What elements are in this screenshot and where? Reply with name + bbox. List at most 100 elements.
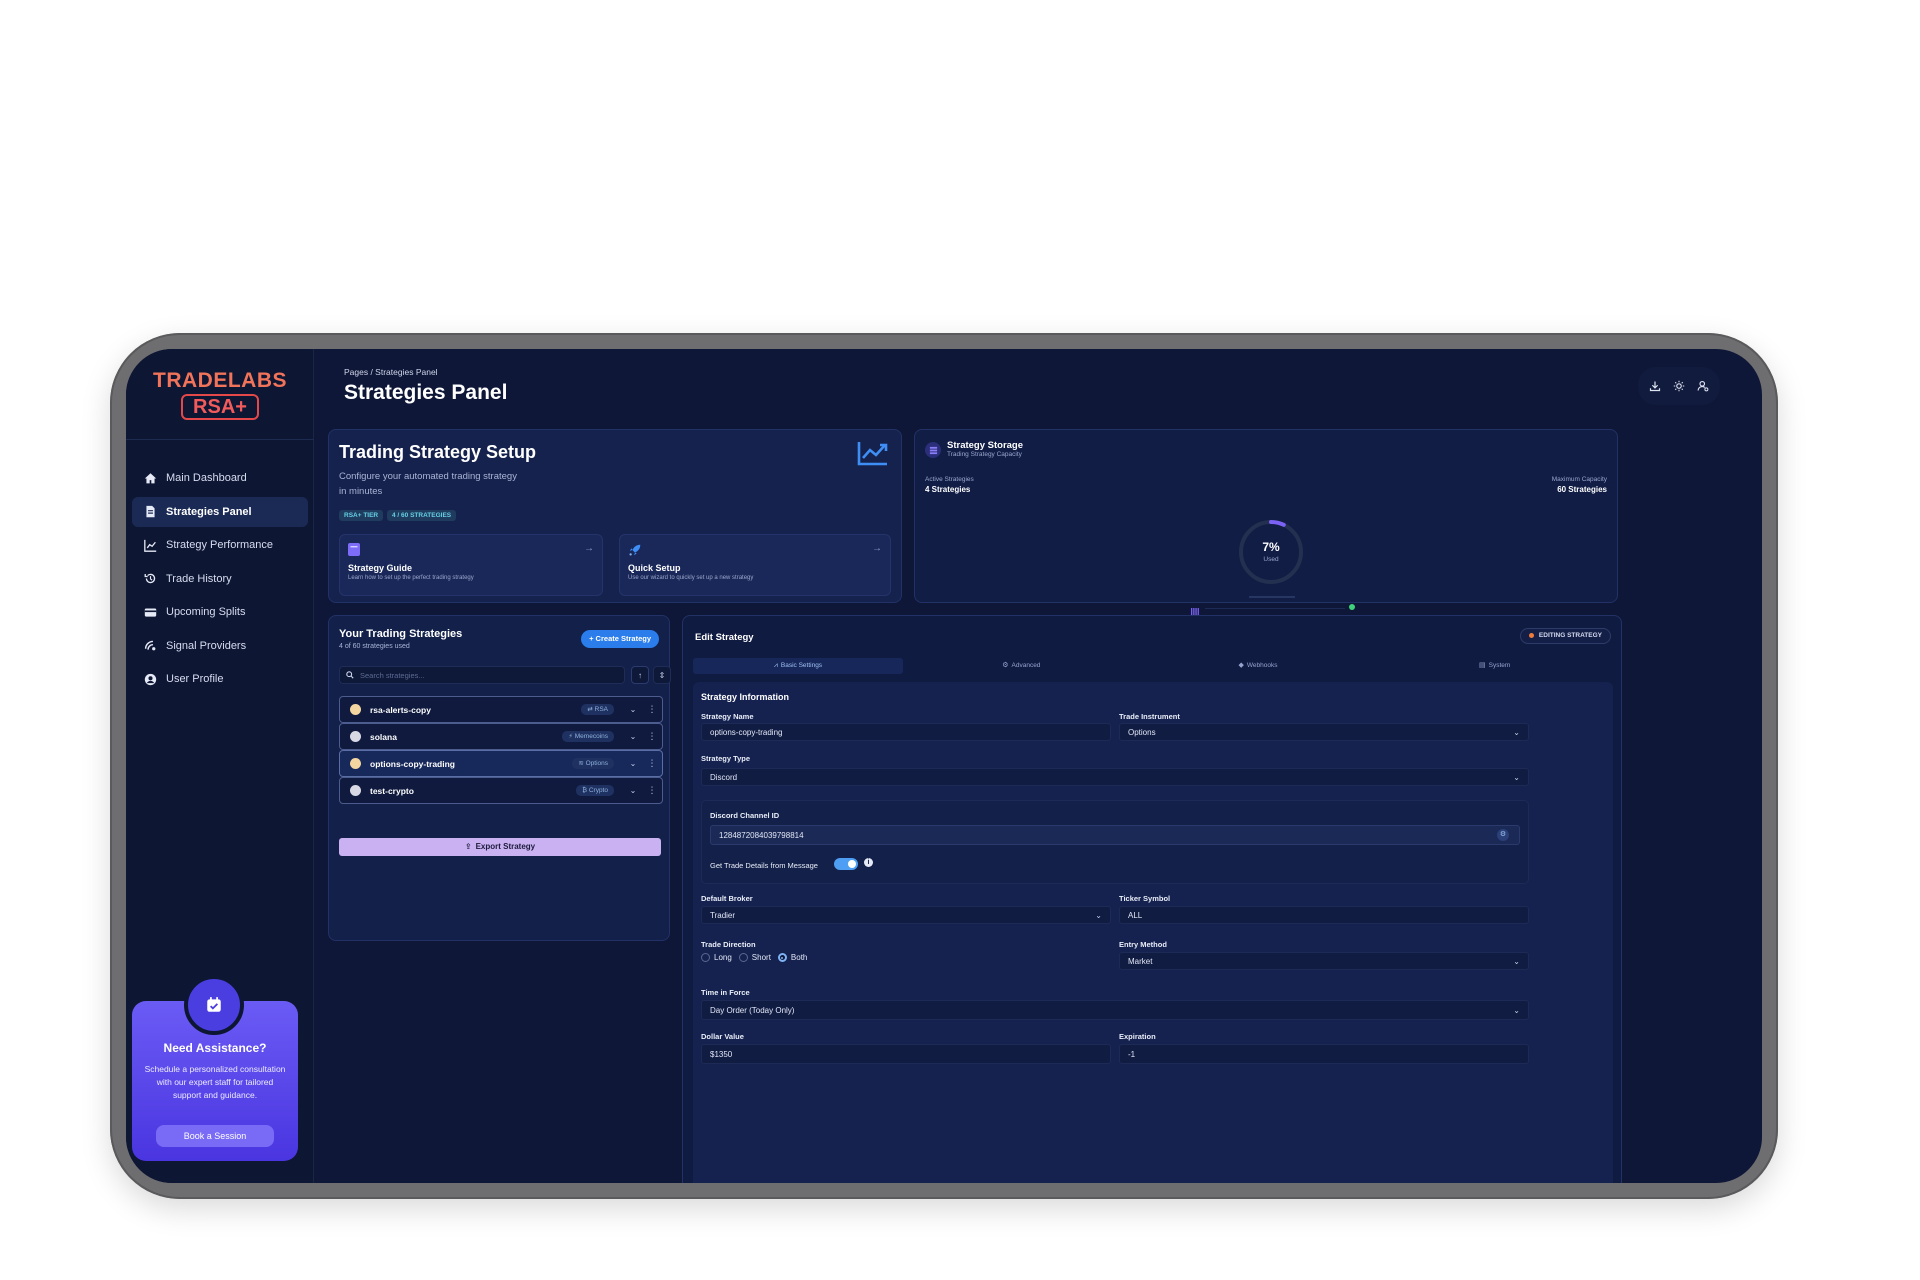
field-value: Day Order (Today Only) bbox=[710, 1005, 795, 1015]
tab-label: Advanced bbox=[1011, 662, 1041, 669]
expiration-input[interactable]: -1 bbox=[1119, 1044, 1529, 1064]
badge-label: EDITING STRATEGY bbox=[1538, 632, 1602, 639]
sidebar-item-main-dashboard[interactable]: Main Dashboard bbox=[132, 463, 308, 493]
trade-instrument-label: Trade Instrument bbox=[1119, 712, 1180, 721]
status-dot bbox=[1528, 632, 1534, 638]
tier-badge: RSA+ TIER bbox=[339, 510, 384, 521]
strategy-row-test-crypto[interactable]: test-crypto ₿ Crypto ⌄ ⋮ bbox=[339, 777, 663, 804]
sidebar-nav: Main Dashboard Strategies Panel Strategy… bbox=[132, 463, 308, 698]
user-settings-icon[interactable] bbox=[1696, 379, 1710, 393]
discord-channel-label: Discord Channel ID bbox=[710, 811, 780, 820]
sidebar-item-user-profile[interactable]: User Profile bbox=[132, 664, 308, 694]
strategy-status-dot bbox=[350, 704, 361, 715]
chevron-down-icon: ⌄ bbox=[1513, 1005, 1520, 1015]
arrow-right-icon: → bbox=[584, 543, 594, 554]
strategy-type-label: Strategy Type bbox=[701, 754, 751, 763]
sidebar-divider bbox=[126, 439, 314, 440]
sidebar-item-label: Upcoming Splits bbox=[166, 606, 246, 618]
edit-strategy-card: Edit Strategy EDITING STRATEGY ⩘ Basic Se… bbox=[682, 615, 1622, 1183]
strategies-title: Your Trading Strategies bbox=[339, 628, 463, 640]
more-vertical-icon[interactable]: ⋮ bbox=[646, 758, 658, 769]
strategy-guide-card[interactable]: → Strategy Guide Learn how to set up the… bbox=[339, 534, 603, 596]
trade-instrument-select[interactable]: Options ⌄ bbox=[1119, 723, 1529, 741]
strategy-row-rsa-alerts-copy[interactable]: rsa-alerts-copy ⇄ RSA ⌄ ⋮ bbox=[339, 696, 663, 723]
sun-icon[interactable] bbox=[1672, 379, 1686, 393]
sidebar-item-strategy-performance[interactable]: Strategy Performance bbox=[132, 530, 308, 560]
chevron-down-icon[interactable]: ⌄ bbox=[626, 759, 640, 768]
tab-webhooks[interactable]: ◆ Webhooks bbox=[1140, 658, 1377, 674]
radio-label: Long bbox=[714, 953, 732, 962]
settings-icon[interactable]: ⚙ bbox=[1497, 829, 1509, 841]
app-screen: TRADELABS RSA+ Main Dashboard Strategies… bbox=[126, 349, 1762, 1183]
export-strategy-button[interactable]: ⇪ Export Strategy bbox=[339, 838, 661, 856]
create-strategy-button[interactable]: + Create Strategy bbox=[581, 630, 659, 648]
header-actions bbox=[1638, 367, 1720, 405]
sidebar-item-upcoming-splits[interactable]: Upcoming Splits bbox=[132, 597, 308, 627]
radio-both[interactable] bbox=[777, 953, 787, 962]
dollar-value-input[interactable]: $1350 bbox=[701, 1044, 1111, 1064]
card-icon bbox=[142, 604, 158, 620]
info-icon[interactable]: i bbox=[864, 858, 873, 867]
sort-toggle-button[interactable]: ⇕ bbox=[653, 666, 671, 684]
field-value: Discord bbox=[710, 772, 738, 782]
strategy-row-options-copy-trading[interactable]: options-copy-trading ≋ Options ⌄ ⋮ bbox=[339, 750, 663, 777]
strategy-row-solana[interactable]: solana ⚡ Memecoins ⌄ ⋮ bbox=[339, 723, 663, 750]
strategies-subtitle: 4 of 60 strategies used bbox=[339, 643, 410, 650]
bell-icon: ◆ bbox=[1238, 662, 1244, 669]
setup-subtitle: Configure your automated trading strateg… bbox=[339, 471, 517, 497]
max-capacity-label: Maximum Capacity bbox=[1551, 476, 1607, 483]
time-in-force-select[interactable]: Day Order (Today Only) ⌄ bbox=[701, 1000, 1529, 1020]
sidebar-item-signal-providers[interactable]: Signal Providers bbox=[132, 631, 308, 661]
chevron-down-icon[interactable]: ⌄ bbox=[626, 705, 640, 714]
sidebar-item-trade-history[interactable]: Trade History bbox=[132, 564, 308, 594]
download-icon[interactable] bbox=[1648, 379, 1662, 393]
ticker-symbol-input[interactable]: ALL bbox=[1119, 906, 1529, 924]
search-input[interactable] bbox=[360, 670, 610, 680]
dollar-value-label: Dollar Value bbox=[701, 1032, 744, 1041]
logo-badge: RSA+ bbox=[181, 394, 259, 420]
chevron-down-icon: ⌄ bbox=[1095, 910, 1102, 920]
capacity-indicator bbox=[1191, 604, 1199, 617]
trade-direction-label: Trade Direction bbox=[701, 940, 756, 949]
strategy-name: options-copy-trading bbox=[370, 758, 455, 769]
entry-method-select[interactable]: Market ⌄ bbox=[1119, 952, 1529, 970]
tab-basic-settings[interactable]: ⩘ Basic Settings bbox=[693, 658, 903, 674]
expiration-label: Expiration bbox=[1119, 1032, 1156, 1041]
more-vertical-icon[interactable]: ⋮ bbox=[646, 785, 658, 796]
sidebar-item-strategies-panel[interactable]: Strategies Panel bbox=[132, 496, 308, 527]
chevron-down-icon[interactable]: ⌄ bbox=[626, 786, 640, 795]
sidebar-item-label: Trade History bbox=[166, 572, 232, 585]
radio-long[interactable] bbox=[701, 953, 710, 962]
field-value: Options bbox=[1128, 727, 1156, 737]
strategy-setup-card: Trading Strategy Setup Configure your au… bbox=[328, 429, 902, 603]
strategy-name: test-crypto bbox=[370, 785, 414, 796]
strategy-type-select[interactable]: Discord ⌄ bbox=[701, 768, 1529, 786]
radio-short[interactable] bbox=[738, 953, 748, 962]
time-in-force-label: Time in Force bbox=[701, 988, 750, 997]
quick-setup-card[interactable]: → Quick Setup Use our wizard to quickly … bbox=[619, 534, 891, 596]
strategy-tag: ⚡ Memecoins bbox=[562, 731, 614, 742]
export-label: Export Strategy bbox=[475, 842, 536, 851]
gear-icon: ⚙ bbox=[1002, 662, 1009, 669]
trade-details-toggle[interactable] bbox=[834, 858, 858, 870]
arrow-up-icon: ↑ bbox=[638, 670, 642, 680]
default-broker-select[interactable]: Tradier ⌄ bbox=[701, 906, 1111, 924]
chevron-down-icon: ⌄ bbox=[1513, 772, 1520, 782]
field-value: Tradier bbox=[710, 910, 736, 920]
tab-advanced[interactable]: ⚙ Advanced bbox=[903, 658, 1140, 674]
rocket-icon bbox=[628, 543, 642, 562]
chevron-down-icon[interactable]: ⌄ bbox=[626, 732, 640, 741]
strategy-name-input[interactable]: options-copy-trading bbox=[701, 723, 1111, 741]
sort-icon: ⇕ bbox=[658, 670, 666, 680]
tab-system[interactable]: ▤ System bbox=[1376, 658, 1613, 674]
more-vertical-icon[interactable]: ⋮ bbox=[646, 704, 658, 715]
capacity-track bbox=[1205, 608, 1345, 609]
strategies-list-card: Your Trading Strategies 4 of 60 strategi… bbox=[328, 615, 671, 941]
export-icon: ⇪ bbox=[464, 842, 472, 851]
device-frame: TRADELABS RSA+ Main Dashboard Strategies… bbox=[110, 333, 1778, 1199]
quick-setup-title: Quick Setup bbox=[628, 563, 681, 573]
book-session-button[interactable]: Book a Session bbox=[156, 1125, 274, 1147]
more-vertical-icon[interactable]: ⋮ bbox=[646, 731, 658, 742]
discord-channel-input[interactable]: 1284872084039798814 ⚙ bbox=[710, 825, 1520, 845]
sort-asc-button[interactable]: ↑ bbox=[631, 666, 649, 684]
